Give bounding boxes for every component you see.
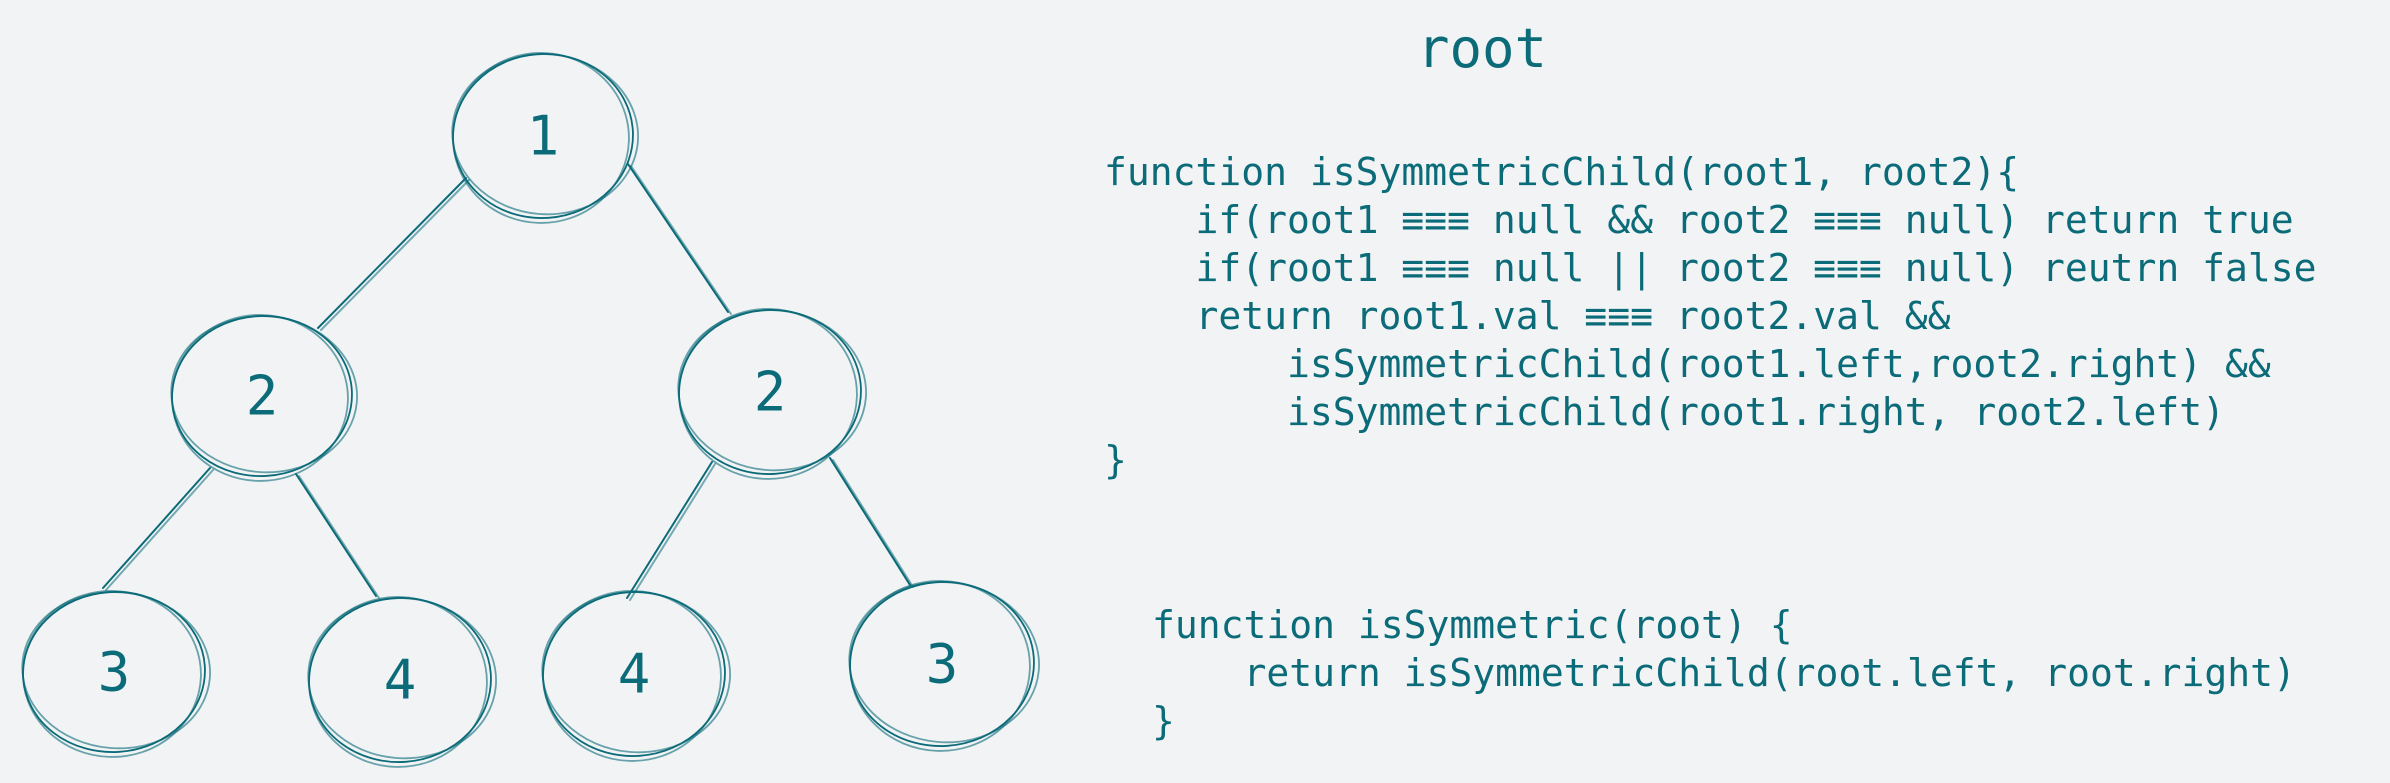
tree-edge-n2l-n3l xyxy=(102,467,211,589)
tree-node-n1: 1 xyxy=(451,52,639,224)
code-block-is-symmetric-child: function isSymmetricChild(root1, root2){… xyxy=(1104,148,2317,484)
tree-edge-n2r-n4r xyxy=(629,463,716,601)
tree-edge-n1-n2l xyxy=(320,179,470,331)
code-line: function isSymmetric(root) { xyxy=(1152,603,1793,647)
tree-edges xyxy=(102,163,914,601)
code-line: if(root1 ≡≡≡ null && root2 ≡≡≡ null) ret… xyxy=(1104,198,2294,242)
code-line: } xyxy=(1152,699,1175,743)
code-block-is-symmetric: function isSymmetric(root) { return isSy… xyxy=(1152,601,2296,745)
code-line: return root1.val ≡≡≡ root2.val && xyxy=(1104,294,1951,338)
tree-edge-n2l-n4l xyxy=(295,473,377,597)
tree-nodes: 1 2 2 3 4 4 3 xyxy=(21,52,1040,768)
diagram-canvas: 1 2 2 3 4 4 3 root function isSymmetricChild(r… xyxy=(0,0,2390,783)
tree-node-label: 3 xyxy=(98,641,131,704)
tree-edge-n1-n2l xyxy=(317,177,467,329)
tree-node-n3l: 3 xyxy=(21,590,211,758)
code-line: function isSymmetricChild(root1, root2){ xyxy=(1104,150,2020,194)
tree-node-n4r: 4 xyxy=(541,590,731,762)
tree-node-n2r: 2 xyxy=(677,308,867,480)
tree-node-label: 4 xyxy=(384,649,417,712)
tree-edge-n1-n2r xyxy=(627,163,729,313)
tree-node-label: 3 xyxy=(926,633,959,696)
tree-edge-n2l-n3l xyxy=(105,469,214,591)
tree-edge-n2r-n3r xyxy=(829,457,911,586)
tree-node-label: 4 xyxy=(618,643,651,706)
tree-node-label: 2 xyxy=(246,365,279,428)
tree-edge-n2r-n4r xyxy=(626,461,713,599)
tree-edge-n1-n2r xyxy=(630,165,732,315)
code-line: } xyxy=(1104,438,1127,482)
tree-node-label: 2 xyxy=(754,361,787,424)
tree-edge-n2l-n4l xyxy=(298,475,380,599)
tree-node-n4l: 4 xyxy=(307,596,497,768)
diagram-title: root xyxy=(1417,17,1548,80)
tree-node-n3r: 3 xyxy=(848,580,1040,752)
tree-edge-n2r-n3r xyxy=(832,459,914,588)
code-line: return isSymmetricChild(root.left, root.… xyxy=(1152,651,2296,695)
binary-tree-diagram: 1 2 2 3 4 4 3 xyxy=(21,52,1040,768)
tree-node-n2l: 2 xyxy=(170,314,358,482)
code-line: isSymmetricChild(root1.right, root2.left… xyxy=(1104,390,2226,434)
tree-node-label: 1 xyxy=(527,105,560,168)
code-line: if(root1 ≡≡≡ null || root2 ≡≡≡ null) reu… xyxy=(1104,246,2317,290)
code-line: isSymmetricChild(root1.left,root2.right)… xyxy=(1104,342,2271,386)
